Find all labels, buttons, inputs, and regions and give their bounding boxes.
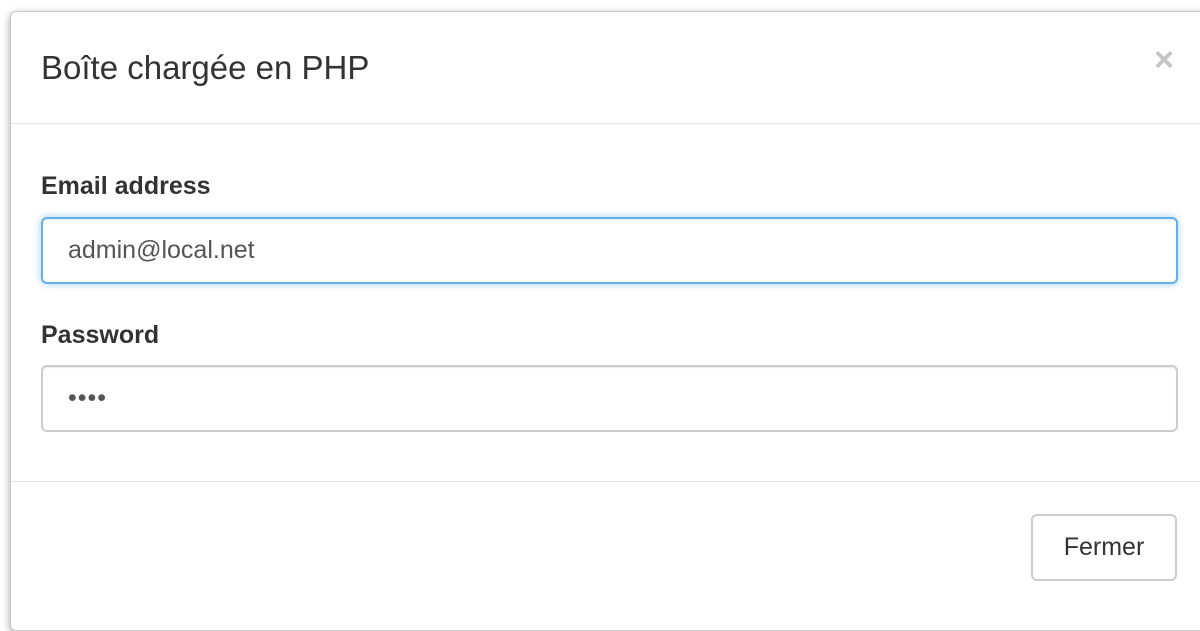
password-input[interactable] bbox=[41, 365, 1178, 432]
modal-dialog: Boîte chargée en PHP × Email address Pas… bbox=[10, 11, 1200, 631]
modal-header: Boîte chargée en PHP × bbox=[11, 12, 1200, 124]
modal-footer: Fermer bbox=[11, 482, 1200, 622]
email-label: Email address bbox=[41, 172, 211, 200]
modal-body: Email address Password bbox=[11, 124, 1200, 482]
close-icon[interactable]: × bbox=[1149, 42, 1179, 78]
password-label: Password bbox=[41, 321, 160, 349]
close-button[interactable]: Fermer bbox=[1031, 514, 1177, 581]
email-input[interactable] bbox=[41, 217, 1178, 284]
modal-title: Boîte chargée en PHP bbox=[41, 49, 370, 86]
